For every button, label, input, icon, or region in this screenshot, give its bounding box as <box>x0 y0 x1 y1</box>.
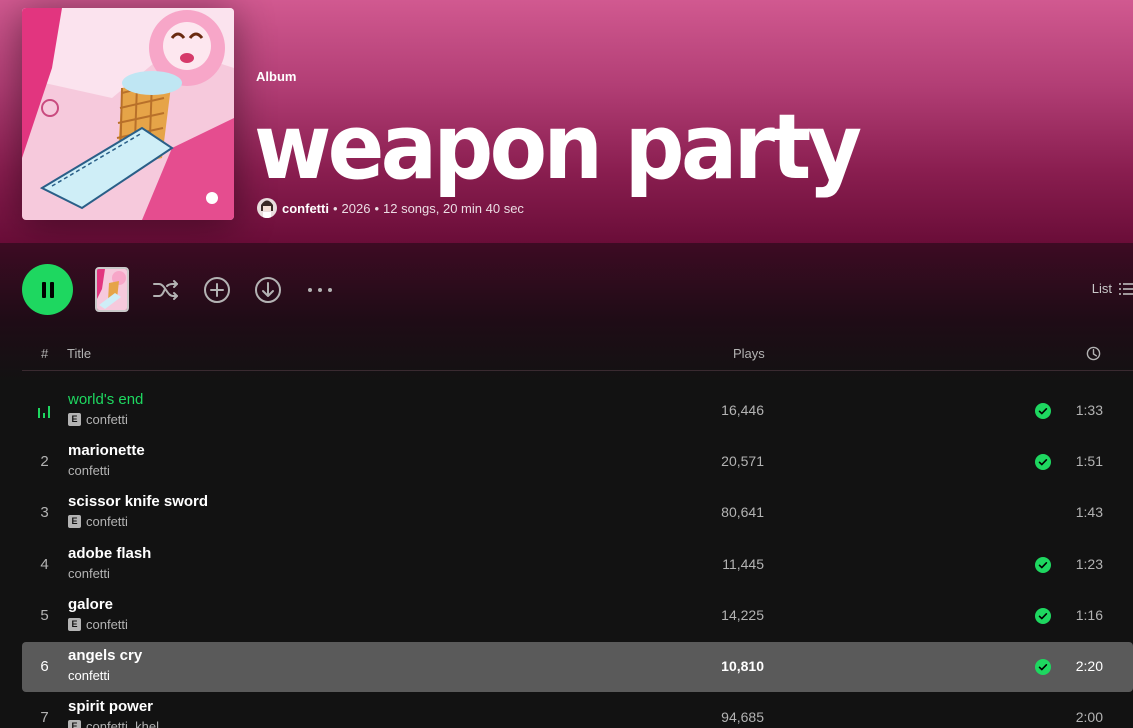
track-duration: 2:20 <box>1075 658 1103 674</box>
track-artist-link[interactable]: confetti <box>86 412 128 427</box>
track-duration: 1:51 <box>1075 453 1103 470</box>
track-number: 3 <box>40 504 49 522</box>
track-artists: E confetti <box>68 412 128 427</box>
pause-icon <box>41 281 54 298</box>
plus-circle-icon <box>204 277 230 303</box>
download-icon <box>255 277 281 303</box>
track-artist-link[interactable]: confetti <box>68 566 110 581</box>
album-thumbnail-button[interactable] <box>95 267 129 312</box>
track-title[interactable]: marionette <box>68 442 145 459</box>
meta-separator: • <box>374 200 379 216</box>
track-title[interactable]: spirit power <box>68 698 153 715</box>
track-row[interactable]: 7 spirit power E confetti, khel 94,685 2… <box>22 693 1133 728</box>
track-title[interactable]: adobe flash <box>68 545 151 562</box>
view-mode-label: List <box>1091 281 1112 296</box>
action-bar-background <box>0 243 1133 383</box>
album-year: 2026 <box>341 200 371 216</box>
track-title[interactable]: galore <box>68 596 113 613</box>
shuffle-button[interactable] <box>151 275 181 305</box>
list-icon <box>1119 282 1133 295</box>
downloaded-check-icon <box>1035 659 1051 675</box>
track-plays: 14,225 <box>721 606 764 623</box>
now-playing-equalizer-icon <box>38 406 50 418</box>
track-title[interactable]: world's end <box>68 391 143 408</box>
track-plays: 94,685 <box>721 709 764 726</box>
column-header-plays[interactable]: Plays <box>733 346 765 361</box>
shuffle-icon <box>153 280 178 300</box>
track-artist-link[interactable]: confetti <box>86 514 128 529</box>
track-artist-link[interactable]: confetti <box>68 463 110 478</box>
downloaded-check-icon <box>1035 556 1051 573</box>
track-artist-link[interactable]: confetti, khel <box>86 719 159 728</box>
track-number: 7 <box>40 709 49 727</box>
track-title[interactable]: scissor knife sword <box>68 493 208 510</box>
track-artists: E confetti, khel <box>68 719 159 728</box>
column-header-duration[interactable] <box>1086 346 1101 364</box>
album-title: weapon party <box>254 95 862 200</box>
meta-separator: • <box>332 200 338 216</box>
track-row[interactable]: 2 marionette confetti 20,571 1:51 <box>22 437 1133 487</box>
track-number: 4 <box>40 555 49 573</box>
track-duration: 2:00 <box>1075 709 1103 726</box>
track-row[interactable]: 4 adobe flash confetti 11,445 1:23 <box>22 540 1133 590</box>
track-artist-link[interactable]: confetti <box>86 617 128 632</box>
more-options-button[interactable] <box>305 275 335 305</box>
track-duration: 1:33 <box>1075 402 1103 418</box>
track-number: 2 <box>40 453 49 471</box>
track-artist-link[interactable]: confetti <box>68 668 110 683</box>
downloaded-check-icon <box>1035 403 1051 419</box>
album-type-label: Album <box>256 69 297 84</box>
track-number: 5 <box>40 606 49 624</box>
clock-icon <box>1086 346 1101 361</box>
artist-avatar[interactable] <box>257 198 277 218</box>
track-artists: E confetti <box>68 514 128 529</box>
album-summary: 12 songs, 20 min 40 sec <box>383 200 524 216</box>
track-plays: 10,810 <box>721 658 764 674</box>
explicit-badge: E <box>68 515 81 529</box>
track-plays: 16,446 <box>721 402 764 418</box>
add-to-library-button[interactable] <box>202 275 232 305</box>
downloaded-check-icon <box>1035 607 1051 624</box>
more-horizontal-icon <box>308 288 332 292</box>
album-meta: confetti • 2026 • 12 songs, 20 min 40 se… <box>257 198 524 218</box>
track-artists: confetti <box>68 668 110 683</box>
track-number: 6 <box>40 658 49 675</box>
track-row[interactable]: 3 scissor knife sword E confetti 80,641 … <box>22 488 1133 538</box>
view-mode-toggle[interactable]: List <box>1092 281 1133 296</box>
track-artists: confetti <box>68 566 110 581</box>
album-cover[interactable] <box>22 8 234 220</box>
track-artists: confetti <box>68 463 110 478</box>
downloaded-check-icon <box>1035 454 1051 471</box>
explicit-badge: E <box>68 720 81 728</box>
explicit-badge: E <box>68 413 81 426</box>
track-row[interactable]: 6 angels cry confetti 10,810 2:20 <box>22 642 1133 692</box>
track-artists: E confetti <box>68 617 128 632</box>
track-plays: 20,571 <box>721 453 764 470</box>
track-row[interactable]: world's end E confetti 16,446 1:33 <box>22 386 1133 436</box>
track-duration: 1:16 <box>1075 606 1103 623</box>
album-header: Album weapon party confetti • 2026 • 12 … <box>0 0 1133 243</box>
pause-button[interactable] <box>22 264 73 315</box>
track-duration: 1:23 <box>1075 555 1103 572</box>
download-button[interactable] <box>253 275 283 305</box>
track-plays: 11,445 <box>722 555 764 572</box>
explicit-badge: E <box>68 617 81 631</box>
column-header-number: # <box>41 346 49 361</box>
artist-link[interactable]: confetti <box>282 201 329 216</box>
header-divider <box>22 370 1133 371</box>
track-duration: 1:43 <box>1075 504 1103 521</box>
column-header-title[interactable]: Title <box>67 346 91 361</box>
track-plays: 80,641 <box>721 504 764 521</box>
track-row[interactable]: 5 galore E confetti 14,225 1:16 <box>22 591 1133 641</box>
track-title[interactable]: angels cry <box>68 647 142 664</box>
